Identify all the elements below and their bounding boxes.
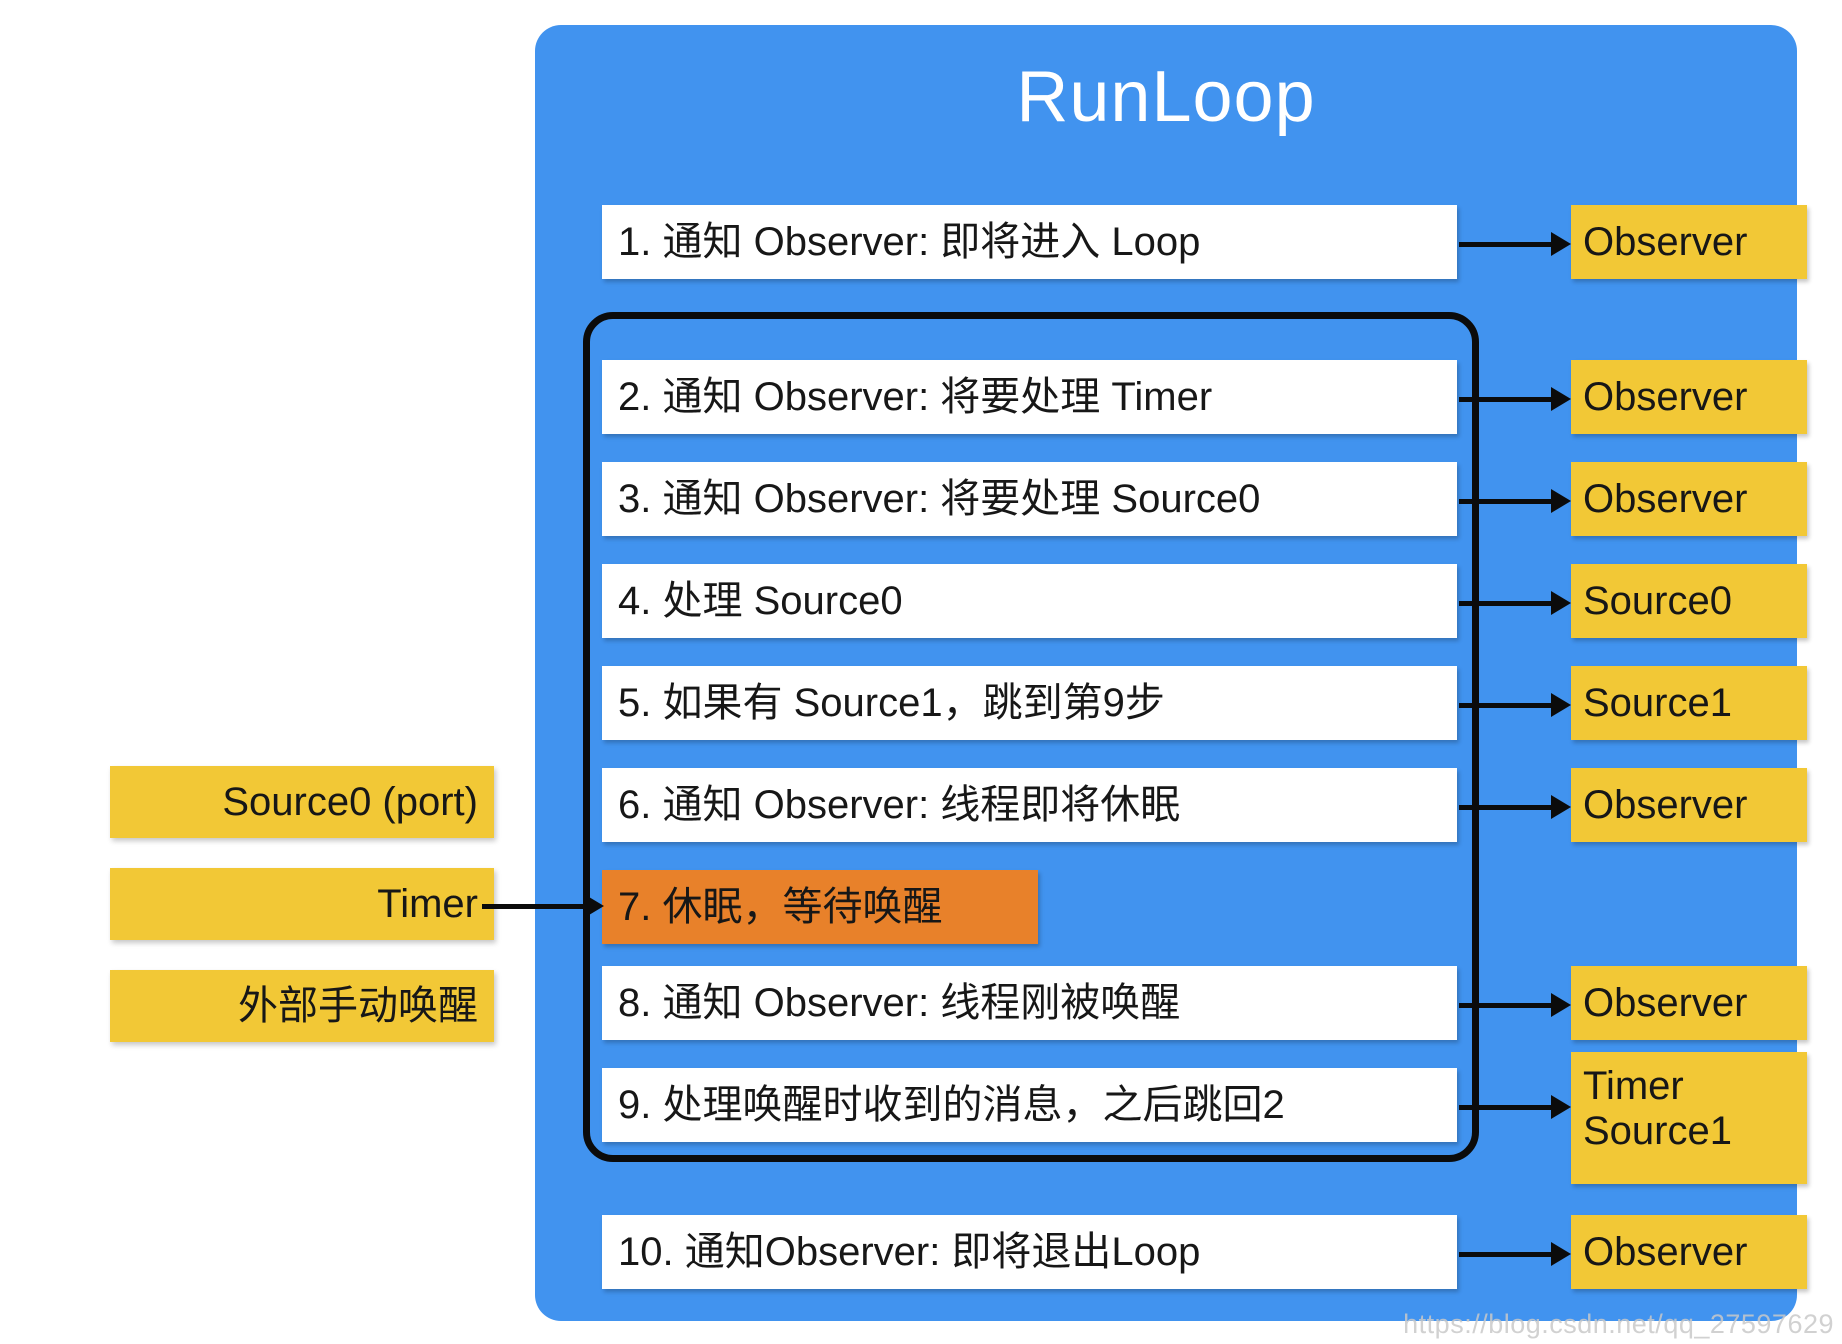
step-label: 1. 通知 Observer: 即将进入 Loop: [618, 220, 1201, 264]
watermark: https://blog.csdn.net/qq_27597629: [1403, 1309, 1834, 1339]
tag-label-line1: Timer: [1583, 1064, 1684, 1108]
tag-label: Observer: [1583, 374, 1748, 419]
tag-timer-source1[interactable]: Timer Source1: [1571, 1052, 1807, 1184]
tag-label: Source1: [1583, 680, 1732, 725]
step-label: 7. 休眠，等待唤醒: [618, 885, 943, 929]
step-row-2[interactable]: 2. 通知 Observer: 将要处理 Timer: [602, 360, 1457, 434]
tag-label: Source0: [1583, 578, 1732, 623]
step-row-8[interactable]: 8. 通知 Observer: 线程刚被唤醒: [602, 966, 1457, 1040]
left-tag-source0-port[interactable]: Source0 (port): [110, 766, 494, 838]
step-row-3[interactable]: 3. 通知 Observer: 将要处理 Source0: [602, 462, 1457, 536]
step-row-1[interactable]: 1. 通知 Observer: 即将进入 Loop: [602, 205, 1457, 279]
step-row-5[interactable]: 5. 如果有 Source1，跳到第9步: [602, 666, 1457, 740]
step-row-7[interactable]: 7. 休眠，等待唤醒: [602, 870, 1038, 944]
left-tag-label: Timer: [377, 882, 478, 926]
left-tag-label: 外部手动唤醒: [238, 984, 478, 1028]
left-tag-manual-wake[interactable]: 外部手动唤醒: [110, 970, 494, 1042]
step-row-4[interactable]: 4. 处理 Source0: [602, 564, 1457, 638]
tag-label: Observer: [1583, 1229, 1748, 1274]
step-label: 4. 处理 Source0: [618, 579, 903, 623]
left-tag-timer[interactable]: Timer: [110, 868, 494, 940]
tag-label-line2: Source1: [1583, 1108, 1732, 1153]
step-label: 9. 处理唤醒时收到的消息，之后跳回2: [618, 1083, 1285, 1127]
step-label: 8. 通知 Observer: 线程刚被唤醒: [618, 981, 1181, 1025]
tag-observer-6[interactable]: Observer: [1571, 1215, 1807, 1289]
tag-label: Observer: [1583, 980, 1748, 1025]
tag-label: Observer: [1583, 782, 1748, 827]
step-label: 2. 通知 Observer: 将要处理 Timer: [618, 375, 1213, 419]
step-row-9[interactable]: 9. 处理唤醒时收到的消息，之后跳回2: [602, 1068, 1457, 1142]
tag-observer-4[interactable]: Observer: [1571, 768, 1807, 842]
tag-label: Observer: [1583, 476, 1748, 521]
tag-source1[interactable]: Source1: [1571, 666, 1807, 740]
step-row-6[interactable]: 6. 通知 Observer: 线程即将休眠: [602, 768, 1457, 842]
tag-observer-5[interactable]: Observer: [1571, 966, 1807, 1040]
step-label: 5. 如果有 Source1，跳到第9步: [618, 681, 1165, 725]
step-label: 3. 通知 Observer: 将要处理 Source0: [618, 477, 1261, 521]
step-label: 10. 通知Observer: 即将退出Loop: [618, 1230, 1201, 1274]
tag-source0[interactable]: Source0: [1571, 564, 1807, 638]
diagram-canvas: RunLoop 1. 通知 Observer: 即将进入 Loop 2. 通知 …: [0, 0, 1842, 1344]
tag-observer-2[interactable]: Observer: [1571, 360, 1807, 434]
step-row-10[interactable]: 10. 通知Observer: 即将退出Loop: [602, 1215, 1457, 1289]
page-title: RunLoop: [1016, 57, 1316, 137]
left-tag-label: Source0 (port): [222, 780, 478, 824]
step-label: 6. 通知 Observer: 线程即将休眠: [618, 783, 1181, 827]
tag-observer-3[interactable]: Observer: [1571, 462, 1807, 536]
tag-observer-1[interactable]: Observer: [1571, 205, 1807, 279]
tag-label: Observer: [1583, 219, 1748, 264]
